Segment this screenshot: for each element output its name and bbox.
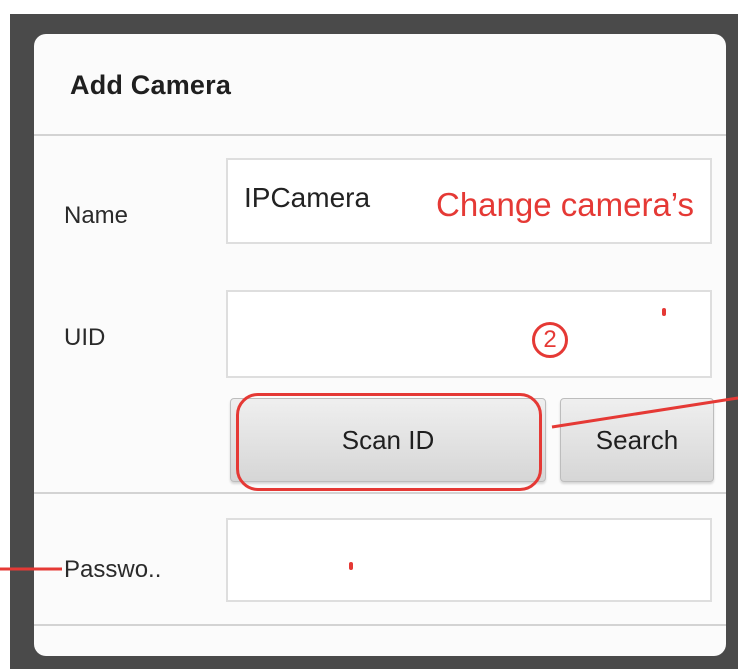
search-button[interactable]: Search — [560, 398, 714, 482]
password-label: Passwo.. — [64, 556, 162, 583]
title-divider — [34, 134, 726, 136]
bottom-divider — [34, 624, 726, 626]
add-camera-dialog: Add Camera Name IPCamera UID Scan ID Sea… — [34, 34, 726, 656]
buttons-divider — [34, 492, 726, 494]
password-field[interactable] — [226, 518, 712, 602]
scan-id-button[interactable]: Scan ID — [230, 398, 546, 482]
uid-field[interactable] — [226, 290, 712, 378]
name-field-value: IPCamera — [244, 182, 371, 213]
change-name-annotation: Change camera’s — [436, 186, 695, 223]
dialog-title: Add Camera — [70, 70, 232, 100]
red-mark — [349, 562, 353, 570]
uid-label: UID — [64, 324, 106, 351]
name-label: Name — [64, 202, 129, 229]
step-2-marker: 2 — [532, 322, 568, 358]
red-mark — [662, 308, 666, 316]
